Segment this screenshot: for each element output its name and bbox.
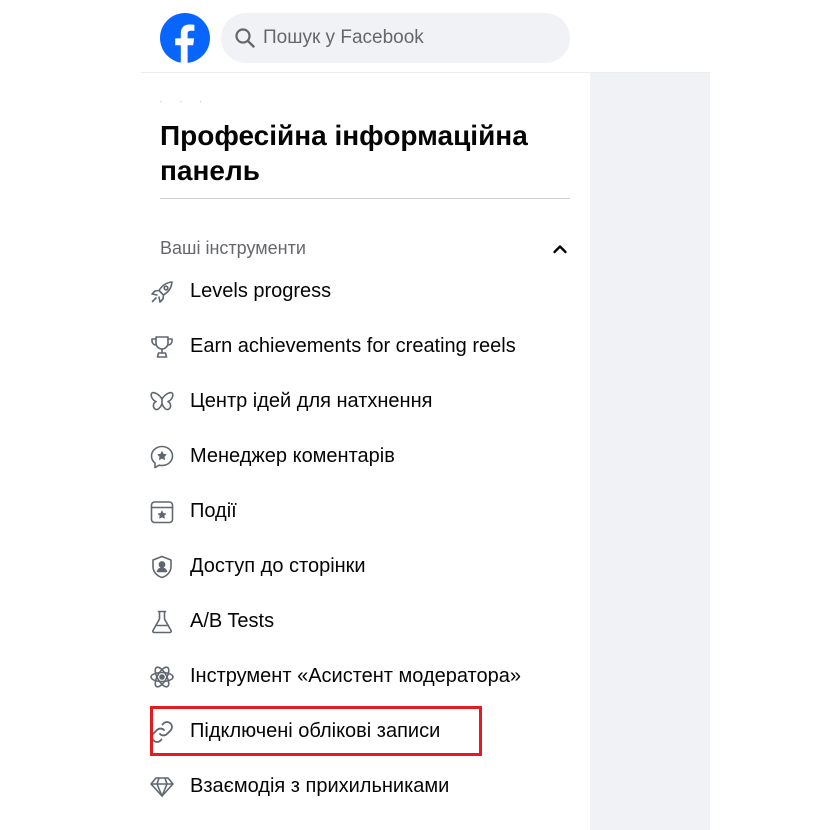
menu-item-label: Earn achievements for creating reels: [190, 335, 516, 357]
section-header-your-tools[interactable]: Ваші інструменти: [160, 236, 570, 262]
menu-item-label: A/B Tests: [190, 610, 275, 632]
comment-star-icon: [150, 445, 174, 469]
rocket-icon: [151, 281, 173, 303]
chevron-up-icon[interactable]: [552, 241, 568, 257]
menu-item-earn-achievements[interactable]: Earn achievements for creating reels: [141, 320, 590, 375]
menu-item-fan-engagement[interactable]: Взаємодія з прихильниками: [141, 760, 590, 815]
blurred-page-name: • • •: [160, 100, 210, 106]
flask-icon: [152, 610, 172, 634]
menu-item-label: Інструмент «Асистент модератора»: [190, 665, 521, 687]
menu-item-label: Події: [190, 500, 237, 522]
trophy-icon: [151, 336, 173, 358]
section-title: Ваші інструменти: [160, 238, 306, 258]
atom-icon: [150, 666, 174, 688]
shield-user-icon: [152, 555, 172, 579]
menu-item-label: Взаємодія з прихильниками: [190, 775, 450, 797]
diamond-icon: [150, 777, 174, 797]
calendar-star-icon: [150, 501, 174, 524]
highlight-box: [150, 706, 482, 756]
page-title: Професійна інформаційна панель: [160, 120, 528, 186]
menu-item-page-access[interactable]: Доступ до сторінки: [141, 540, 590, 595]
main-content-area: [590, 73, 710, 830]
menu-item-label: Центр ідей для натхнення: [190, 390, 433, 412]
menu-item-events[interactable]: Події: [141, 485, 590, 540]
menu-item-label: Менеджер коментарів: [190, 445, 395, 467]
page: • • • Професійна інформаційна панель Ваш…: [0, 0, 834, 830]
search-input[interactable]: [263, 25, 553, 51]
search-icon: [235, 28, 255, 48]
menu-item-levels-progress[interactable]: Levels progress: [141, 265, 590, 320]
facebook-logo-icon[interactable]: [160, 13, 210, 63]
menu-item-comment-manager[interactable]: Менеджер коментарів: [141, 430, 590, 485]
menu-item-label: Доступ до сторінки: [190, 555, 366, 577]
menu-item-label: Levels progress: [190, 280, 332, 302]
menu-item-ab-tests[interactable]: A/B Tests: [141, 595, 590, 650]
divider: [160, 198, 570, 199]
menu-item-moderation-assist[interactable]: Інструмент «Асистент модератора»: [141, 650, 590, 705]
menu-item-ideas-center[interactable]: Центр ідей для натхнення: [141, 375, 590, 430]
butterfly-icon: [150, 391, 174, 411]
